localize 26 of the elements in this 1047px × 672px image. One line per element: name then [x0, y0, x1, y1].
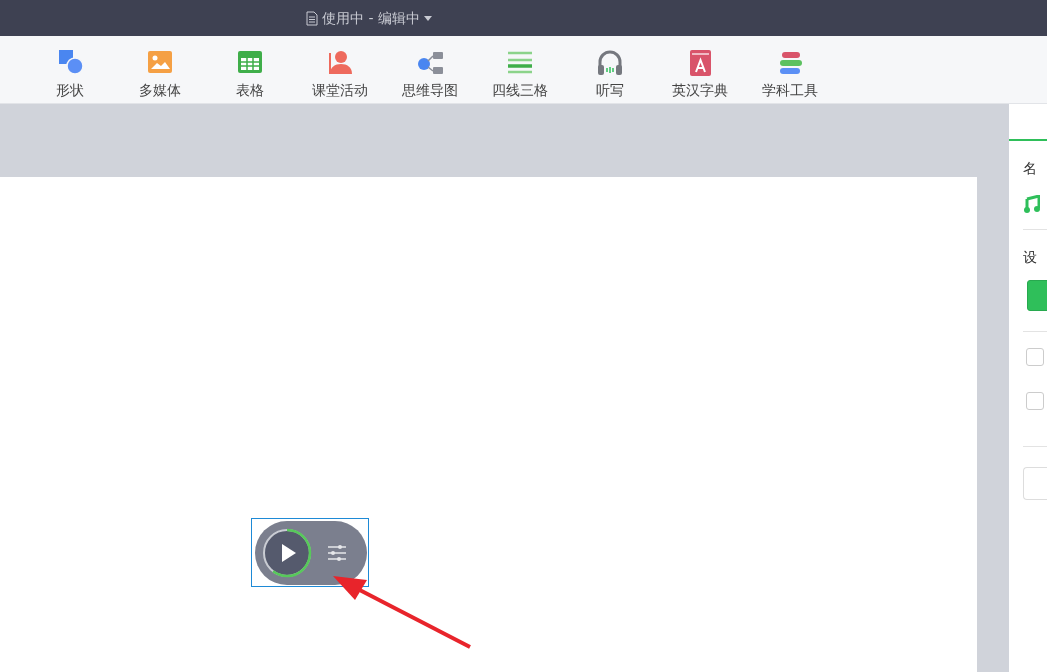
settings-label: 设: [1023, 249, 1037, 265]
caret-icon: [423, 15, 432, 21]
toolbar-button[interactable]: 学科工具: [745, 36, 835, 103]
checkbox[interactable]: [1026, 392, 1044, 410]
toolbar-button[interactable]: 英汉字典: [655, 36, 745, 103]
input-field[interactable]: [1023, 467, 1047, 500]
document-status-text: 使用中 - 编辑中: [322, 8, 420, 28]
document-status[interactable]: 使用中 - 编辑中: [306, 7, 432, 29]
settings-icon[interactable]: [327, 543, 347, 562]
shape-icon: [56, 48, 84, 76]
toolbar-button[interactable]: 课堂活动: [295, 36, 385, 103]
table-icon: [236, 48, 264, 76]
toolbar-button[interactable]: 听写: [565, 36, 655, 103]
toolbar-button[interactable]: 四线三格: [475, 36, 565, 103]
document-icon: [306, 10, 318, 26]
checkbox[interactable]: [1026, 348, 1044, 366]
music-icon: [1024, 195, 1040, 213]
person-icon: [326, 48, 354, 76]
toolbar-button[interactable]: 多媒体: [115, 36, 205, 103]
image-icon: [146, 48, 174, 76]
toolbar-button[interactable]: 表格: [205, 36, 295, 103]
play-button[interactable]: [261, 526, 313, 579]
toolbar-button[interactable]: 思维导图: [385, 36, 475, 103]
headphones-icon: [596, 48, 624, 76]
name-label: 名: [1023, 160, 1037, 176]
toolbar-button[interactable]: 形状: [25, 36, 115, 103]
